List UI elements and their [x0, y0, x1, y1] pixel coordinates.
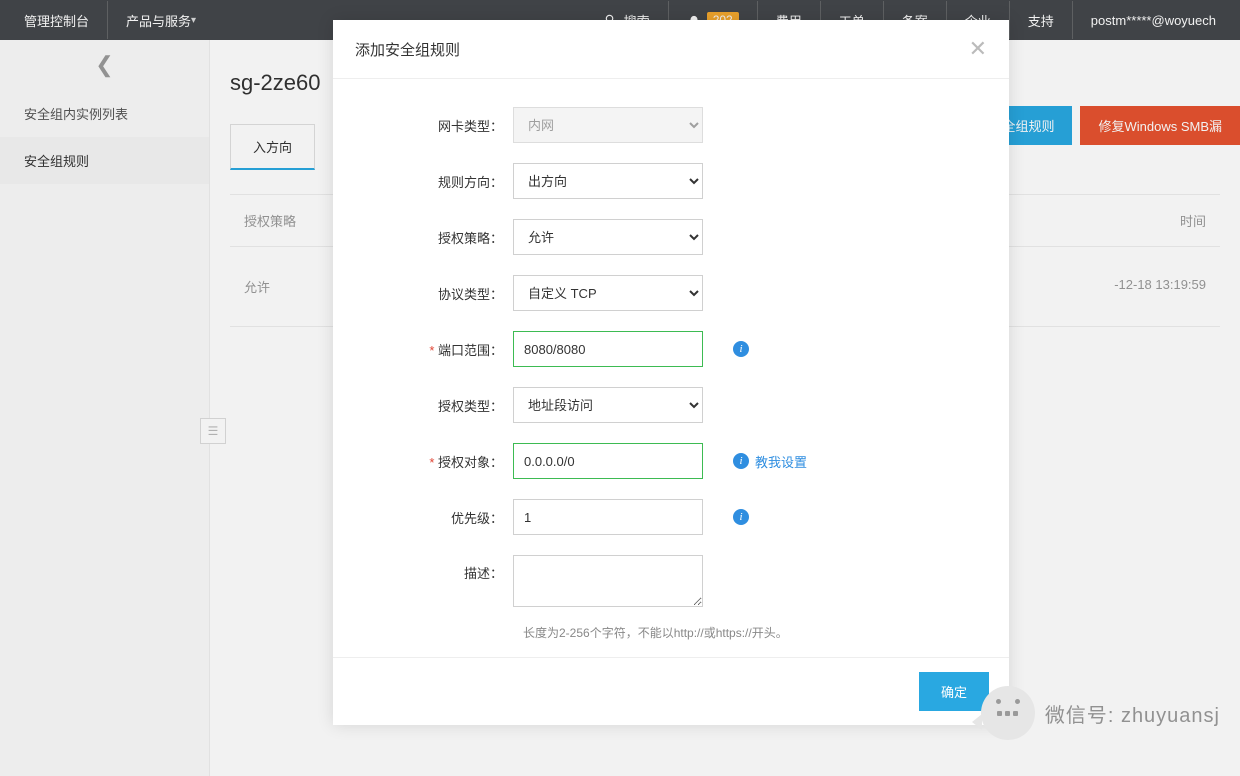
- label-desc: 描述：: [363, 555, 513, 582]
- protocol-select[interactable]: 自定义 TCP: [513, 275, 703, 311]
- modal-title: 添加安全组规则: [355, 39, 460, 60]
- label-authobj: 授权对象：: [363, 452, 513, 471]
- info-icon[interactable]: i: [733, 509, 749, 525]
- teach-link[interactable]: 教我设置: [755, 452, 807, 471]
- label-nic: 网卡类型：: [363, 116, 513, 135]
- label-priority: 优先级：: [363, 508, 513, 527]
- direction-select[interactable]: 出方向: [513, 163, 703, 199]
- ok-button[interactable]: 确定: [919, 672, 989, 711]
- authobj-input[interactable]: [513, 443, 703, 479]
- label-protocol: 协议类型：: [363, 284, 513, 303]
- desc-hint: 长度为2-256个字符，不能以http://或https://开头。: [523, 624, 979, 641]
- port-input[interactable]: [513, 331, 703, 367]
- nic-select: 内网: [513, 107, 703, 143]
- close-icon[interactable]: ✕: [969, 38, 987, 60]
- desc-textarea[interactable]: [513, 555, 703, 607]
- policy-select[interactable]: 允许: [513, 219, 703, 255]
- modal: 添加安全组规则 ✕ 网卡类型： 内网 规则方向： 出方向 授权策略： 允许 协议…: [333, 20, 1009, 725]
- priority-input[interactable]: [513, 499, 703, 535]
- label-direction: 规则方向：: [363, 172, 513, 191]
- authtype-select[interactable]: 地址段访问: [513, 387, 703, 423]
- label-port: 端口范围：: [363, 340, 513, 359]
- label-authtype: 授权类型：: [363, 396, 513, 415]
- label-policy: 授权策略：: [363, 228, 513, 247]
- info-icon[interactable]: i: [733, 341, 749, 357]
- info-icon[interactable]: i: [733, 453, 749, 469]
